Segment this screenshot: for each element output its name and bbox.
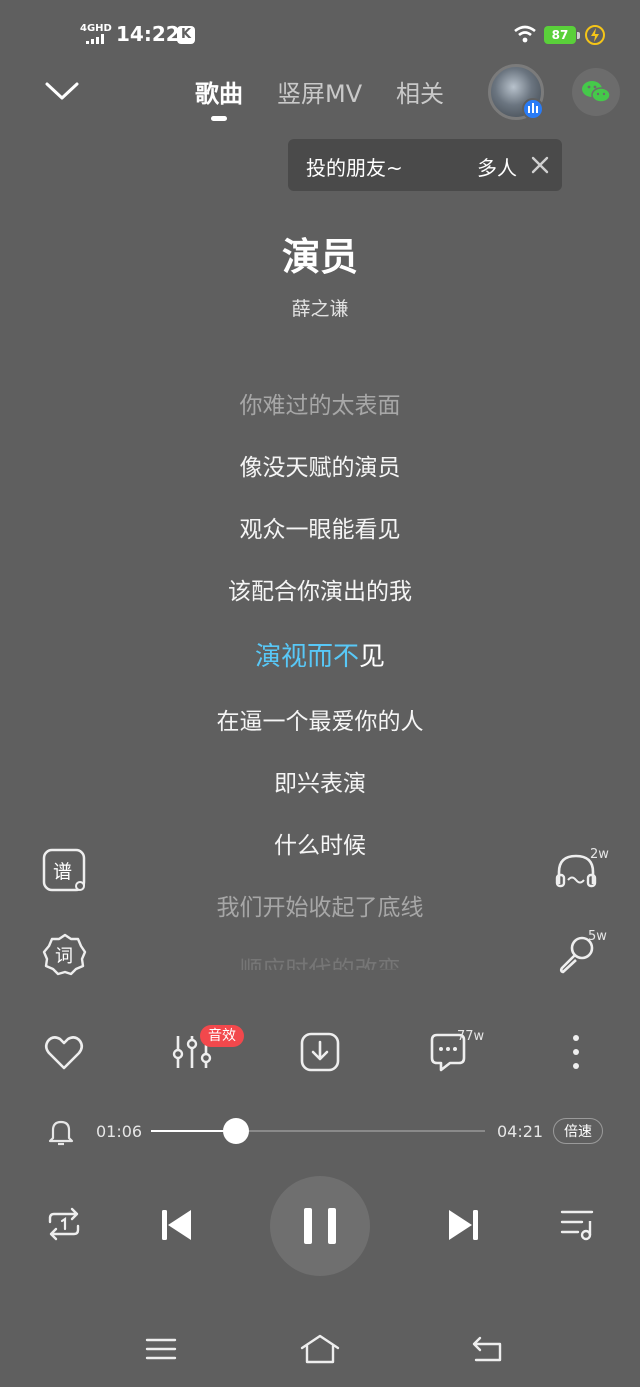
chevron-down-icon[interactable] — [44, 78, 80, 104]
lyric-label: 词 — [55, 946, 73, 967]
wifi-icon — [514, 25, 536, 43]
score-icon: 谱 — [42, 848, 86, 892]
lyric-poster-button[interactable]: 词 — [42, 932, 87, 976]
score-label: 谱 — [53, 861, 72, 883]
lyric-line: 观众一眼能看见 — [239, 517, 401, 543]
lyric-sung-part: 演视而不 — [254, 642, 359, 672]
lyric-line: 即兴表演 — [274, 771, 366, 797]
download-button[interactable] — [298, 1030, 342, 1074]
previous-icon[interactable] — [156, 1204, 198, 1246]
sound-wave-icon — [528, 103, 538, 113]
wechat-button[interactable] — [572, 68, 620, 116]
total-time: 04:21 — [497, 1122, 544, 1141]
app-badge: K — [177, 26, 195, 44]
back-icon[interactable] — [470, 1332, 506, 1366]
next-icon[interactable] — [442, 1204, 484, 1246]
lyric-line: 什么时候 — [274, 833, 366, 859]
current-lyric-line: 演视而不见 — [0, 636, 640, 673]
share-tooltip-text: 投的朋友~ — [306, 156, 403, 180]
menu-icon[interactable] — [144, 1332, 178, 1366]
like-button[interactable] — [42, 1030, 86, 1074]
heart-icon — [44, 1036, 84, 1070]
tab-song[interactable]: 歌曲 — [195, 74, 243, 109]
playlist-icon[interactable] — [558, 1204, 598, 1244]
more-button[interactable] — [554, 1030, 598, 1074]
battery-tip — [577, 32, 580, 39]
listen-count: 2w — [590, 847, 609, 862]
lyric-line: 在逼一个最爱你的人 — [216, 709, 424, 735]
artist-name[interactable]: 薛之谦 — [0, 294, 640, 321]
lyric-line: 你难过的太表面 — [239, 393, 401, 419]
status-bar: 4GHD 14:22 K 87 — [0, 0, 640, 70]
signal-icon — [86, 34, 104, 44]
lyric-line: 我们开始收起了底线 — [216, 895, 424, 921]
close-icon[interactable] — [530, 155, 550, 175]
wechat-icon — [582, 81, 611, 103]
lyric-line: 该配合你演出的我 — [228, 579, 412, 605]
lyric-unsung-part: 见 — [359, 642, 386, 672]
lyric-line: 像没天赋的演员 — [239, 455, 401, 481]
listening-badge — [522, 98, 544, 120]
progress-knob[interactable] — [223, 1118, 249, 1144]
repeat-one-icon[interactable] — [44, 1204, 84, 1244]
more-icon — [573, 1035, 579, 1069]
charging-icon — [585, 25, 605, 45]
score-button[interactable]: 谱 — [42, 848, 86, 892]
sing-count: 5w — [588, 929, 607, 944]
tab-indicator — [211, 116, 227, 121]
pause-icon — [304, 1208, 336, 1244]
tab-related[interactable]: 相关 — [396, 74, 444, 109]
lyric-line: 顺应时代的改变 — [239, 957, 401, 970]
sound-effect-badge: 音效 — [200, 1025, 244, 1047]
lyric-icon: 词 — [42, 933, 87, 976]
home-icon[interactable] — [298, 1332, 342, 1366]
battery-level: 87 — [544, 26, 576, 44]
multi-person-button[interactable]: 多人 — [477, 152, 517, 181]
play-pause-button[interactable] — [270, 1176, 370, 1276]
network-indicator: 4GHD — [80, 23, 112, 34]
tab-vertical-mv[interactable]: 竖屏MV — [277, 74, 362, 109]
playback-speed-button[interactable]: 倍速 — [553, 1118, 603, 1144]
song-title: 演员 — [281, 235, 358, 279]
current-time: 01:06 — [96, 1122, 143, 1141]
download-icon — [300, 1032, 340, 1072]
bell-icon[interactable] — [47, 1117, 75, 1147]
comment-count: 77w — [457, 1029, 485, 1044]
clock: 14:22 — [116, 22, 180, 46]
